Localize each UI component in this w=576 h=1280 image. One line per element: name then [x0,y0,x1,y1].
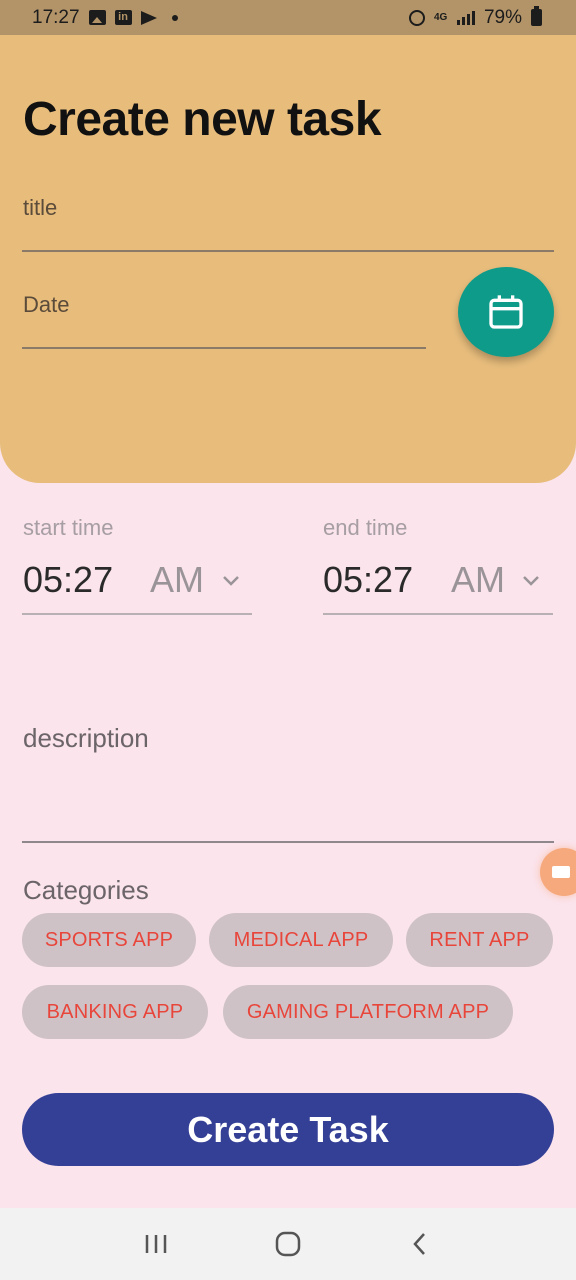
telegram-notification-icon [140,10,157,25]
more-notifications-icon [171,14,178,21]
video-camera-icon [552,866,570,878]
end-time-underline [323,613,553,615]
start-time-period[interactable]: AM [150,559,204,601]
recent-apps-button[interactable] [131,1219,181,1269]
home-icon [275,1231,301,1257]
title-field-label: title [23,195,58,220]
calendar-icon [489,295,523,329]
calendar-button[interactable] [458,267,554,357]
description-input[interactable] [22,841,554,843]
status-bar: 17:27 in 4G 79% [0,0,576,35]
start-time-value[interactable]: 05:27 [23,559,113,601]
status-right: 4G 79% [408,6,542,29]
status-left: 17:27 in [32,7,178,29]
network-type: 4G [433,12,448,23]
end-chevron-down-icon[interactable] [519,568,543,592]
recent-apps-icon [145,1235,167,1253]
start-time-label: start time [23,515,114,540]
category-chip-medical[interactable]: MEDICAL APP [209,913,393,967]
category-chip-sports[interactable]: SPORTS APP [22,913,196,967]
title-input[interactable] [22,250,554,252]
end-time-value[interactable]: 05:27 [323,559,413,601]
status-time: 17:27 [32,6,80,28]
category-chip-rent[interactable]: RENT APP [406,913,553,967]
battery-icon [531,6,542,26]
start-time-underline [22,613,252,615]
date-input[interactable] [22,347,426,349]
back-icon [413,1233,425,1255]
home-button[interactable] [263,1219,313,1269]
start-chevron-down-icon[interactable] [219,568,243,592]
alarm-icon [408,9,425,26]
battery-percent: 79% [483,6,522,28]
category-chip-gaming[interactable]: GAMING PLATFORM APP [223,985,513,1039]
signal-icon [456,10,475,25]
date-field-label: Date [23,292,70,317]
description-label: description [23,723,149,753]
navigation-bar [0,1208,576,1280]
page-title: Create new task [23,93,382,146]
create-task-button[interactable]: Create Task [22,1093,554,1166]
back-button[interactable] [395,1219,445,1269]
linkedin-notification-icon: in [114,10,132,25]
gallery-notification-icon [88,10,106,25]
category-chip-banking[interactable]: BANKING APP [22,985,208,1039]
categories-label: Categories [23,875,149,905]
screen-recorder-button[interactable] [540,848,576,896]
end-time-period[interactable]: AM [451,559,505,601]
end-time-label: end time [323,515,408,540]
